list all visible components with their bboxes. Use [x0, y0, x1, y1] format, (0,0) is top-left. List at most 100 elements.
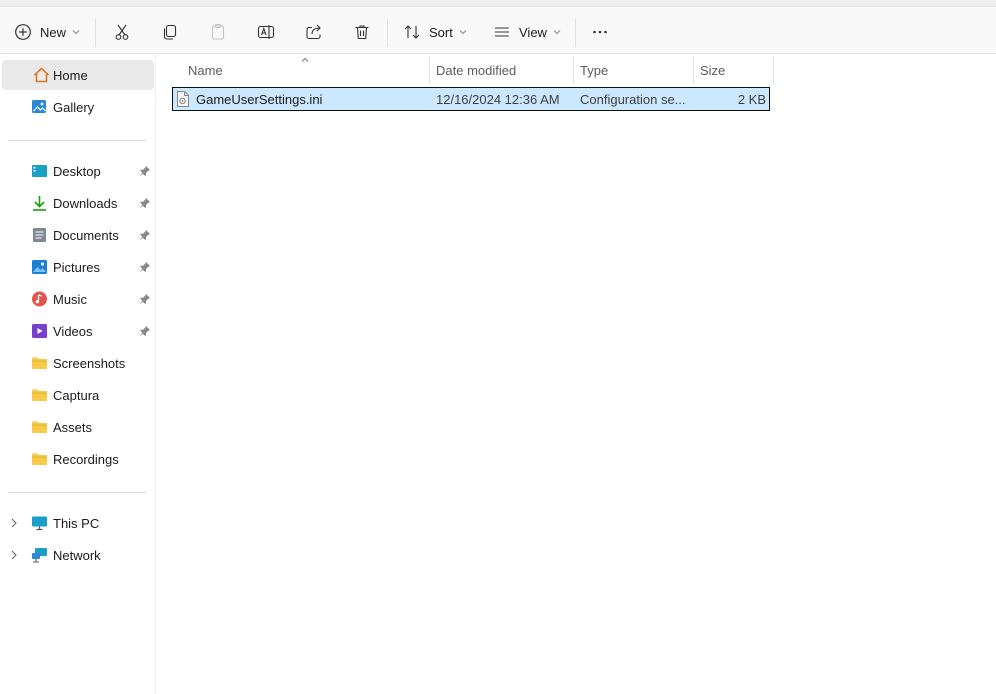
column-header-date-modified[interactable]: Date modified [436, 56, 516, 84]
sidebar-item-label: Documents [53, 228, 119, 243]
column-header-label: Type [580, 62, 609, 78]
sidebar-item-label: Captura [53, 388, 100, 403]
sidebar-item-label: Videos [53, 324, 93, 339]
sidebar-item-label: Home [53, 68, 88, 83]
folder-icon [31, 387, 48, 403]
column-header-type[interactable]: Type [580, 56, 608, 84]
download-icon [31, 195, 48, 211]
sidebar-item-videos[interactable]: Videos [0, 316, 154, 346]
sidebar-item-label: Pictures [53, 260, 100, 275]
new-button[interactable]: New [14, 17, 80, 47]
sidebar-item-assets[interactable]: Assets [0, 412, 154, 442]
pin-icon[interactable] [139, 165, 151, 180]
sidebar-item-label: Recordings [53, 452, 119, 467]
chevron-right-icon[interactable] [10, 549, 18, 564]
copy-button[interactable] [161, 17, 179, 47]
gallery-icon [31, 99, 48, 115]
rename-button[interactable] [257, 17, 275, 47]
column-separator[interactable] [429, 56, 430, 84]
folder-icon [31, 419, 48, 435]
paste-button[interactable] [209, 17, 227, 47]
share-icon [305, 23, 323, 41]
chevron-down-icon [553, 29, 561, 35]
column-header-label: Size [700, 62, 726, 78]
file-date-modified: 12/16/2024 12:36 AM [436, 92, 560, 107]
pin-icon[interactable] [139, 325, 151, 340]
column-separator[interactable] [573, 56, 574, 84]
sidebar-item-label: Gallery [53, 100, 95, 115]
sidebar-divider [8, 140, 146, 141]
ini-file-icon [176, 91, 190, 110]
file-name: GameUserSettings.ini [196, 92, 323, 107]
sort-button[interactable]: Sort [403, 17, 467, 47]
delete-button[interactable] [353, 17, 371, 47]
chevron-down-icon [459, 29, 467, 35]
cut-icon [113, 23, 131, 41]
sidebar-item-label: Music [53, 292, 87, 307]
folder-icon [31, 355, 48, 371]
sidebar-item-label: Assets [53, 420, 93, 435]
sidebar-item-desktop[interactable]: Desktop [0, 156, 154, 186]
sidebar-item-downloads[interactable]: Downloads [0, 188, 154, 218]
navigation-pane: Home Gallery Desktop Downloads Documents [0, 54, 156, 694]
share-button[interactable] [305, 17, 323, 47]
pin-icon[interactable] [139, 261, 151, 276]
sidebar-item-label: Network [53, 548, 101, 563]
sidebar-item-label: Screenshots [53, 356, 126, 371]
toolbar-separator [575, 19, 576, 47]
toolbar-separator [95, 19, 96, 47]
pin-icon[interactable] [139, 197, 151, 212]
paste-icon [209, 23, 227, 41]
sidebar-divider [8, 492, 146, 493]
sidebar-item-network[interactable]: Network [0, 540, 154, 570]
sidebar-item-label: This PC [53, 516, 100, 531]
view-button-label: View [519, 24, 547, 40]
pc-icon [31, 515, 48, 531]
pin-icon[interactable] [139, 229, 151, 244]
sort-button-label: Sort [429, 24, 453, 40]
table-row[interactable]: GameUserSettings.ini 12/16/2024 12:36 AM… [172, 87, 770, 111]
cut-button[interactable] [113, 17, 131, 47]
sidebar-item-label: Desktop [53, 164, 101, 179]
network-icon [31, 547, 48, 563]
window-top-edge [0, 0, 996, 7]
new-button-label: New [40, 24, 67, 40]
sidebar-item-captura[interactable]: Captura [0, 380, 154, 410]
chevron-right-icon[interactable] [10, 517, 18, 532]
sidebar-item-gallery[interactable]: Gallery [0, 92, 154, 122]
column-separator[interactable] [773, 56, 774, 84]
column-separator[interactable] [693, 56, 694, 84]
more-options-button[interactable] [591, 17, 609, 47]
pictures-icon [31, 259, 48, 275]
sidebar-item-music[interactable]: Music [0, 284, 154, 314]
view-icon [493, 23, 511, 41]
sidebar-item-this-pc[interactable]: This PC [0, 508, 154, 538]
file-list: Name Date modified Type Size GameUserSet… [157, 54, 996, 694]
rename-icon [257, 23, 275, 41]
videos-icon [31, 323, 48, 339]
documents-icon [31, 227, 48, 243]
delete-icon [353, 23, 371, 41]
view-button[interactable]: View [493, 17, 561, 47]
sidebar-item-screenshots[interactable]: Screenshots [0, 348, 154, 378]
file-size: 2 KB [737, 92, 766, 107]
sidebar-item-label: Downloads [53, 196, 118, 211]
copy-icon [161, 23, 179, 41]
sidebar-item-documents[interactable]: Documents [0, 220, 154, 250]
column-header-name[interactable]: Name [188, 56, 223, 84]
sidebar-item-recordings[interactable]: Recordings [0, 444, 154, 474]
file-type: Configuration se... [580, 92, 686, 107]
sort-ascending-indicator-icon [301, 51, 309, 66]
toolbar-separator [387, 19, 388, 47]
chevron-down-icon [72, 29, 80, 35]
more-icon [591, 23, 609, 41]
sidebar-item-pictures[interactable]: Pictures [0, 252, 154, 282]
command-bar: New Sort View [0, 7, 996, 54]
column-header-label: Date modified [436, 62, 517, 78]
music-icon [31, 291, 48, 307]
pin-icon[interactable] [139, 293, 151, 308]
sidebar-item-home[interactable]: Home [2, 60, 154, 90]
column-header-size[interactable]: Size [700, 56, 725, 84]
sort-icon [403, 23, 421, 41]
desktop-icon [31, 163, 48, 179]
